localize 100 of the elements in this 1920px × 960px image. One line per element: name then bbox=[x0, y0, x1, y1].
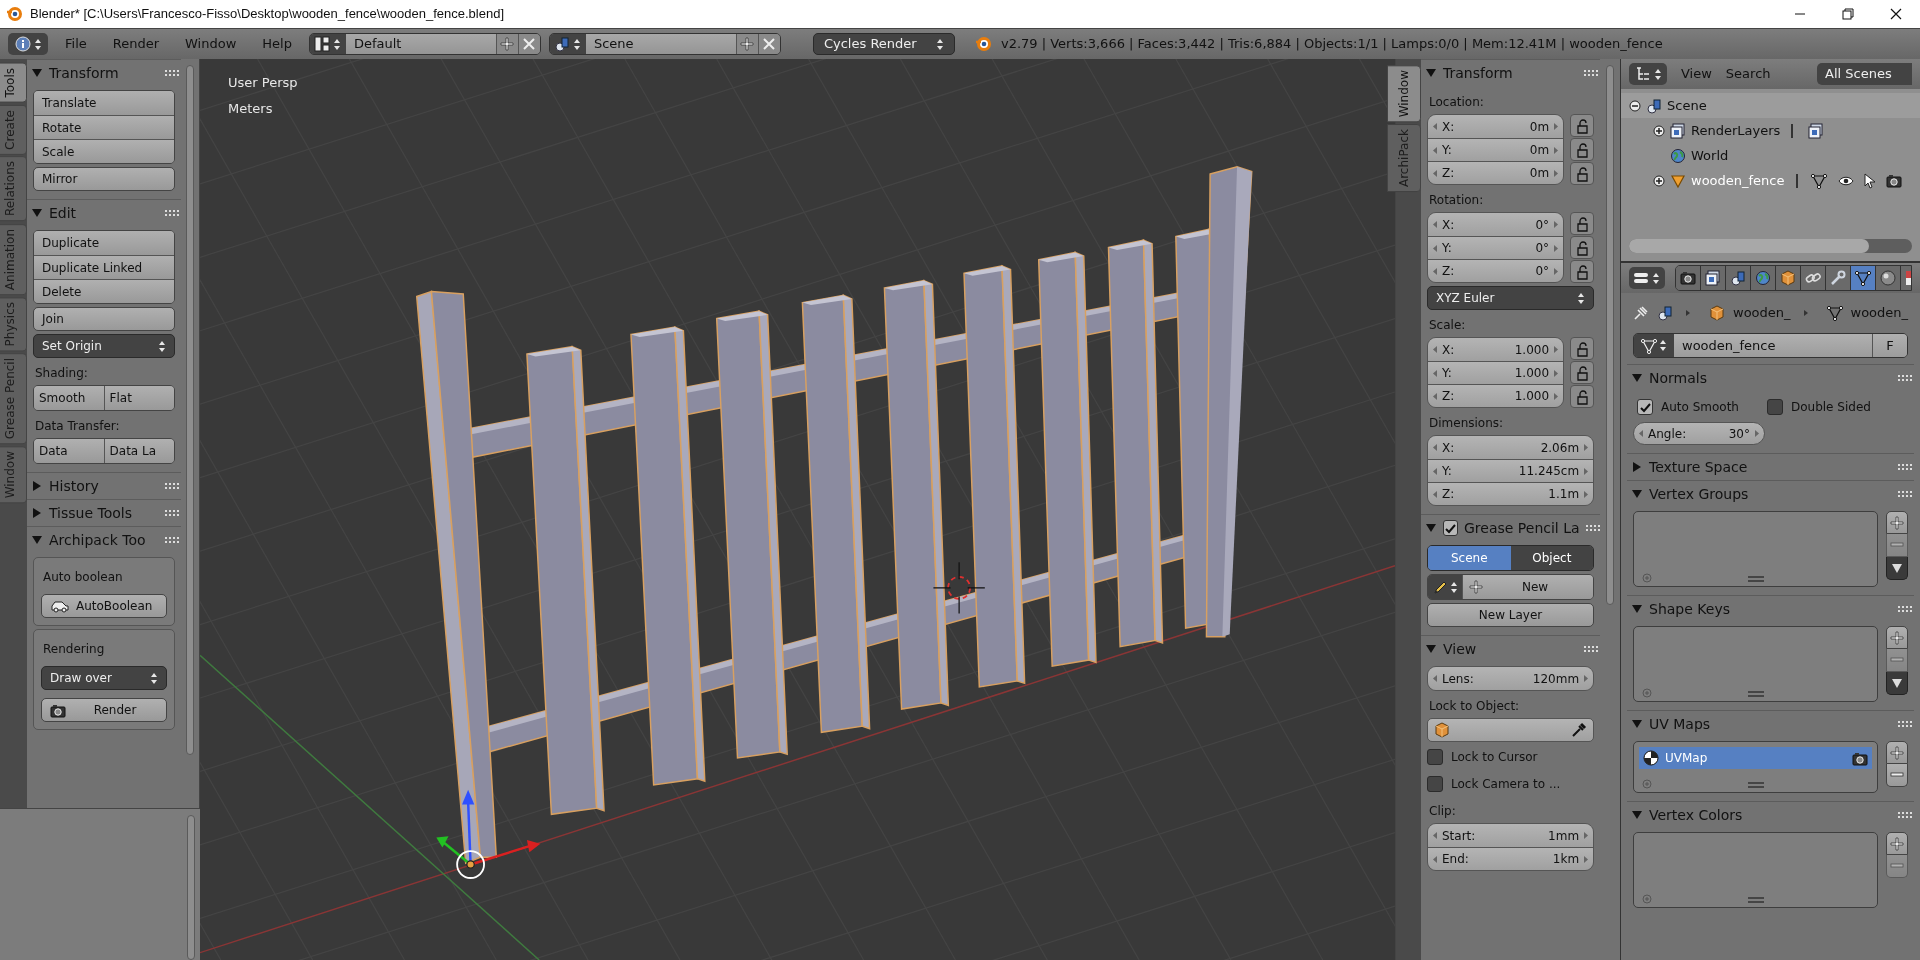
tool-button[interactable]: Render bbox=[41, 698, 168, 722]
specials-button[interactable] bbox=[1886, 557, 1908, 580]
tool-button[interactable]: Flat bbox=[103, 386, 175, 410]
tool-button[interactable]: Translate bbox=[34, 91, 175, 115]
properties-tab[interactable] bbox=[1775, 266, 1801, 290]
number-field[interactable]: Y: 11.245cm bbox=[1428, 459, 1594, 482]
dropdown[interactable]: XYZ Euler bbox=[1427, 286, 1595, 310]
left-arrow-icon[interactable] bbox=[1432, 168, 1438, 178]
grip-icon[interactable] bbox=[1898, 721, 1912, 727]
left-arrow-icon[interactable] bbox=[1432, 674, 1438, 683]
left-arrow-icon[interactable] bbox=[1432, 220, 1438, 229]
number-field[interactable]: Lens: 120mm bbox=[1428, 667, 1594, 690]
dropdown[interactable]: Draw over bbox=[41, 666, 168, 690]
lock-button[interactable] bbox=[1570, 162, 1595, 185]
left-arrow-icon[interactable] bbox=[1432, 345, 1438, 354]
left-arrow-icon[interactable] bbox=[1432, 122, 1438, 131]
breadcrumb-item[interactable]: wooden_ bbox=[1733, 303, 1791, 323]
right-arrow-icon[interactable] bbox=[1583, 489, 1590, 499]
disclosure-triangle-icon[interactable] bbox=[1425, 67, 1437, 79]
right-arrow-icon[interactable] bbox=[1553, 168, 1560, 178]
grip-icon[interactable] bbox=[1584, 70, 1599, 76]
checkbox[interactable] bbox=[1427, 776, 1443, 792]
number-field[interactable]: End: 1km bbox=[1428, 847, 1594, 870]
add-button[interactable] bbox=[1886, 741, 1908, 764]
sidebar-tab[interactable]: Tools bbox=[0, 63, 27, 103]
pin-icon[interactable] bbox=[1633, 305, 1649, 321]
number-field[interactable]: Z: 1.1m bbox=[1428, 482, 1594, 505]
right-arrow-icon[interactable] bbox=[1583, 466, 1590, 476]
filter-toggle-icon[interactable] bbox=[1642, 688, 1652, 698]
panel-title[interactable]: Transform bbox=[49, 62, 119, 84]
grip-icon[interactable] bbox=[165, 483, 180, 489]
dropdown[interactable]: Set Origin bbox=[33, 334, 176, 358]
disclosure-triangle-icon[interactable] bbox=[1631, 603, 1643, 615]
left-arrow-icon[interactable] bbox=[1432, 266, 1438, 276]
number-field[interactable]: Z: 0m bbox=[1428, 161, 1564, 184]
properties-tab[interactable] bbox=[1825, 266, 1851, 290]
tool-button[interactable]: Data La bbox=[103, 439, 175, 463]
grip-icon[interactable] bbox=[1584, 646, 1599, 652]
left-arrow-icon[interactable] bbox=[1432, 854, 1438, 864]
grip-icon[interactable] bbox=[165, 70, 180, 76]
checkbox[interactable] bbox=[1427, 749, 1443, 765]
right-arrow-icon[interactable] bbox=[1583, 854, 1590, 864]
grip-icon[interactable] bbox=[165, 210, 180, 216]
filter-toggle-icon[interactable] bbox=[1642, 894, 1652, 904]
right-arrow-icon[interactable] bbox=[1553, 145, 1560, 155]
list-item[interactable]: UVMap bbox=[1639, 747, 1872, 769]
grip-icon[interactable] bbox=[1898, 491, 1912, 497]
number-field[interactable]: Start: 1mm bbox=[1428, 824, 1594, 847]
disclosure-triangle-icon[interactable] bbox=[1631, 718, 1643, 730]
left-arrow-icon[interactable] bbox=[1432, 489, 1438, 499]
properties-tab[interactable] bbox=[1850, 266, 1876, 290]
disclosure-triangle-icon[interactable] bbox=[1425, 643, 1437, 655]
right-arrow-icon[interactable] bbox=[1553, 122, 1560, 131]
number-field[interactable]: X: 2.06m bbox=[1428, 436, 1594, 459]
lock-button[interactable] bbox=[1570, 236, 1595, 259]
left-arrow-icon[interactable] bbox=[1432, 466, 1438, 476]
filter-toggle-icon[interactable] bbox=[1642, 779, 1652, 789]
panel-title[interactable]: History bbox=[49, 475, 99, 497]
right-arrow-icon[interactable] bbox=[1583, 831, 1590, 840]
panel-title[interactable]: Grease Pencil La bbox=[1464, 517, 1580, 539]
transform-manipulator-drawing[interactable] bbox=[436, 789, 541, 879]
left-arrow-icon[interactable] bbox=[1638, 429, 1644, 438]
properties-tab[interactable] bbox=[1700, 266, 1726, 290]
menu-item[interactable]: Search bbox=[1725, 64, 1771, 84]
add-button[interactable] bbox=[1886, 626, 1908, 649]
right-arrow-icon[interactable] bbox=[1754, 429, 1760, 438]
segment-tab[interactable]: Scene bbox=[1428, 546, 1511, 570]
tool-button[interactable]: Mirror bbox=[33, 167, 176, 191]
left-arrow-icon[interactable] bbox=[1432, 145, 1438, 155]
right-arrow-icon[interactable] bbox=[1553, 243, 1560, 253]
disclosure-triangle-icon[interactable] bbox=[1425, 522, 1437, 534]
disclosure-triangle-icon[interactable] bbox=[1631, 488, 1643, 500]
tool-button[interactable]: New Layer bbox=[1427, 603, 1595, 627]
number-field[interactable]: Angle: 30° bbox=[1633, 422, 1765, 445]
camera-icon[interactable] bbox=[1852, 750, 1868, 766]
number-field[interactable]: Y: 0° bbox=[1428, 236, 1564, 259]
panel-title[interactable]: View bbox=[1443, 638, 1477, 660]
tool-button[interactable]: Rotate bbox=[34, 115, 175, 139]
disclosure-triangle-icon[interactable] bbox=[1631, 372, 1643, 384]
expand-toggle-icon[interactable] bbox=[1653, 174, 1665, 187]
disclosure-triangle-icon[interactable] bbox=[1631, 461, 1643, 473]
grip-icon[interactable] bbox=[1898, 375, 1912, 381]
grip-icon[interactable] bbox=[1898, 464, 1912, 470]
cursor-icon[interactable] bbox=[1862, 172, 1877, 189]
tool-button[interactable]: Duplicate bbox=[34, 231, 175, 255]
grip-icon[interactable] bbox=[1898, 606, 1912, 612]
tool-button[interactable]: Scale bbox=[34, 139, 175, 163]
tool-button[interactable]: Delete bbox=[34, 279, 175, 303]
lock-button[interactable] bbox=[1570, 361, 1595, 384]
disclosure-triangle-icon[interactable] bbox=[31, 534, 43, 546]
number-field[interactable]: X: 1.000 bbox=[1428, 338, 1564, 361]
menu-item[interactable]: Render bbox=[103, 34, 169, 54]
left-arrow-icon[interactable] bbox=[1432, 368, 1438, 378]
editor-type-button[interactable] bbox=[8, 33, 48, 55]
tool-button[interactable]: Duplicate Linked bbox=[34, 255, 175, 279]
right-arrow-icon[interactable] bbox=[1583, 674, 1590, 683]
expand-toggle-icon[interactable] bbox=[1629, 99, 1641, 112]
tool-button[interactable]: Data bbox=[34, 439, 104, 463]
left-arrow-icon[interactable] bbox=[1432, 831, 1438, 840]
camera-icon[interactable] bbox=[1885, 173, 1902, 188]
